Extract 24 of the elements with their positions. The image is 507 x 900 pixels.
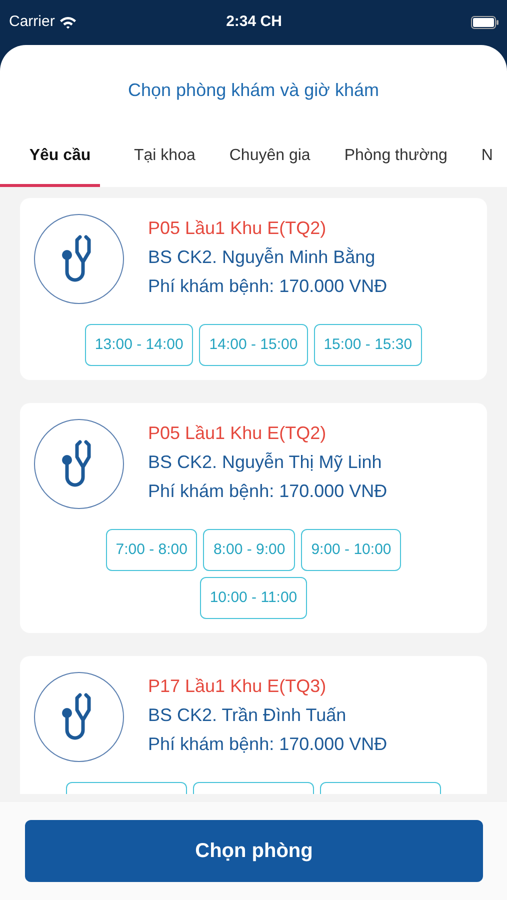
room-card[interactable]: P17 Lầu1 Khu E(TQ3) BS CK2. Trần Đình Tuấn Phí khám bệnh: 170.000 VNĐ xyxy=(20,656,487,794)
exam-fee: Phí khám bệnh: 170.000 VNĐ xyxy=(148,732,388,756)
doctor-name: BS CK2. Nguyễn Minh Bằng xyxy=(148,246,376,269)
time-slot-button[interactable] xyxy=(66,782,187,794)
tab[interactable]: Tại khoa xyxy=(134,130,196,184)
doctor-name: BS CK2. Trần Đình Tuấn xyxy=(148,704,348,727)
clock: 2:34 CH xyxy=(226,12,282,32)
exam-fee: Phí khám bệnh: 170.000 VNĐ xyxy=(148,274,388,298)
tab[interactable]: N xyxy=(481,130,493,184)
carrier-label: Carrier xyxy=(9,12,55,32)
room-name: P05 Lầu1 Khu E(TQ2) xyxy=(148,422,328,445)
wifi-icon xyxy=(58,16,77,29)
battery-icon xyxy=(470,16,499,29)
room-name: P05 Lầu1 Khu E(TQ2) xyxy=(148,216,328,240)
choose-room-button[interactable]: Chọn phòng xyxy=(25,820,483,882)
screen-title: Chọn phòng khám và giờ khám xyxy=(128,80,379,100)
exam-fee: Phí khám bệnh: 170.000 VNĐ xyxy=(148,480,388,503)
tab[interactable]: Phòng thường xyxy=(344,130,448,184)
tab[interactable]: Yêu cầu xyxy=(20,130,100,184)
doctor-name: BS CK2. Nguyễn Thị Mỹ Linh xyxy=(148,450,383,474)
time-slot-button[interactable] xyxy=(193,782,314,794)
room-name: P17 Lầu1 Khu E(TQ3) xyxy=(148,674,328,698)
tab[interactable]: Chuyên gia xyxy=(229,130,310,184)
time-slot-button[interactable] xyxy=(320,782,441,794)
